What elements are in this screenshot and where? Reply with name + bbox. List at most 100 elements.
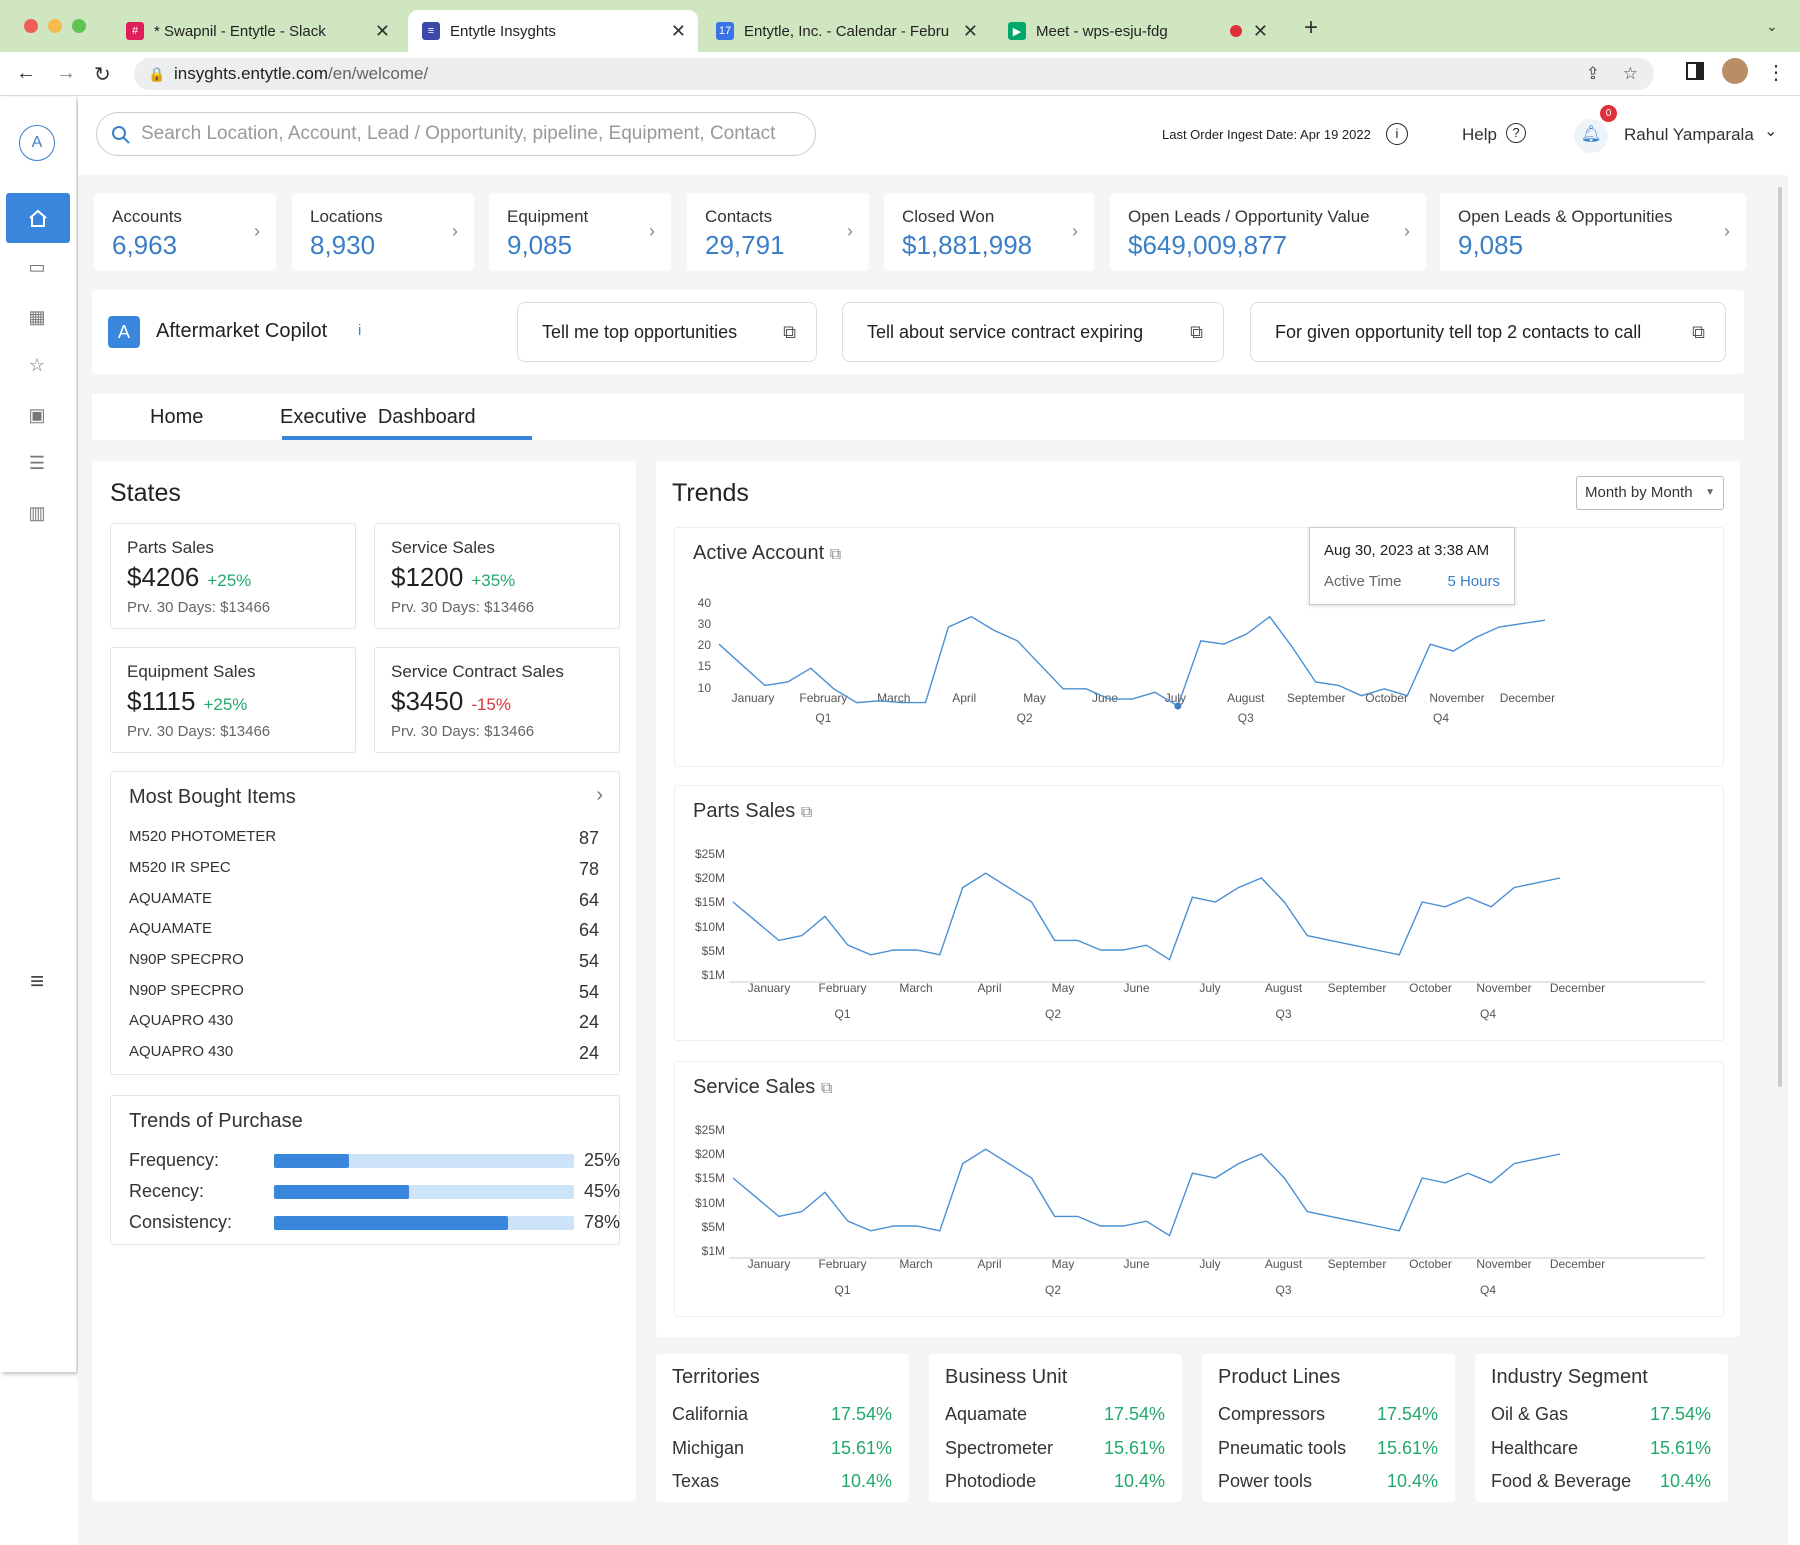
- kpi-equipment[interactable]: Equipment 9,085 ›: [489, 193, 671, 271]
- user-menu-chevron-icon[interactable]: ⌄: [1764, 121, 1777, 141]
- tab-search-chevron-icon[interactable]: ⌄: [1766, 18, 1778, 35]
- copilot-info-icon[interactable]: i: [358, 322, 361, 339]
- recording-icon: [1230, 25, 1242, 37]
- share-icon[interactable]: ⇪: [1586, 58, 1600, 90]
- contact-card-icon[interactable]: ▣: [22, 400, 52, 430]
- x-tick-label: September: [1287, 691, 1346, 705]
- user-name[interactable]: Rahul Yamparala: [1624, 125, 1754, 145]
- building-icon[interactable]: ▦: [22, 302, 52, 332]
- browser-menu-icon[interactable]: ⋮: [1766, 60, 1786, 85]
- y-tick-label: $15M: [695, 895, 725, 909]
- side-panel-icon[interactable]: [1686, 62, 1704, 80]
- list-item: N90P SPECPRO 54: [129, 982, 599, 1002]
- kpi-open-leads-value[interactable]: Open Leads / Opportunity Value $649,009,8…: [1110, 193, 1426, 271]
- x-tick-label: November: [1476, 981, 1531, 995]
- star-icon[interactable]: ☆: [22, 350, 52, 380]
- tab-executive-dashboard[interactable]: Executive Dashboard: [280, 406, 476, 429]
- help-link[interactable]: Help: [1462, 125, 1497, 145]
- frequency-progress-bar: [274, 1154, 574, 1168]
- browser-tab-insyghts[interactable]: ≡ Entytle Insyghts ✕: [408, 10, 698, 52]
- new-tab-icon[interactable]: +: [1304, 14, 1318, 42]
- equipment-sales-card[interactable]: Equipment Sales $1115 +25% Prv. 30 Days: $1…: [110, 647, 356, 753]
- x-tick-label: December: [1550, 981, 1605, 995]
- list-item: Spectrometer 15.61%: [945, 1438, 1165, 1458]
- x-tick-label: June: [1123, 1257, 1149, 1271]
- global-search-input[interactable]: Search Location, Account, Lead / Opportu…: [96, 112, 816, 156]
- prompt-top-opportunities-button[interactable]: Tell me top opportunities ⧉: [517, 302, 817, 362]
- minimize-window-button[interactable]: [48, 19, 62, 33]
- notification-bell-icon[interactable]: 🔔︎: [1574, 119, 1608, 153]
- quarter-label: Q3: [1275, 1007, 1291, 1021]
- browser-tab-calendar[interactable]: 17 Entytle, Inc. - Calendar - Febru ✕: [702, 10, 990, 52]
- app-logo[interactable]: A: [19, 125, 55, 161]
- search-icon: [112, 126, 130, 144]
- list-item: Compressors 17.54%: [1218, 1404, 1438, 1424]
- top-header: Search Location, Account, Lead / Opportu…: [78, 97, 1788, 175]
- list-item: Pneumatic tools 15.61%: [1218, 1438, 1438, 1458]
- y-tick-label: $20M: [695, 871, 725, 885]
- kpi-accounts[interactable]: Accounts 6,963 ›: [94, 193, 276, 271]
- info-icon[interactable]: i: [1386, 123, 1408, 145]
- kpi-contacts[interactable]: Contacts 29,791 ›: [687, 193, 869, 271]
- briefcase-icon[interactable]: ▭: [22, 252, 52, 282]
- service-contract-sales-card[interactable]: Service Contract Sales $3450 -15% Prv. 30 D…: [374, 647, 620, 753]
- x-tick-label: April: [977, 981, 1001, 995]
- service-sales-card[interactable]: Service Sales $1200 +35% Prv. 30 Days: $134…: [374, 523, 620, 629]
- territories-card: Territories California 17.54% Michigan 15.…: [656, 1354, 909, 1502]
- frequency-progress-fill: [274, 1154, 349, 1168]
- external-link-icon: ⧉: [783, 322, 796, 342]
- list-item: AQUAPRO 430 24: [129, 1012, 599, 1032]
- quarter-label: Q1: [834, 1007, 850, 1021]
- kpi-closed-won[interactable]: Closed Won $1,881,998 ›: [884, 193, 1094, 271]
- profile-avatar[interactable]: [1722, 58, 1748, 84]
- browser-tab-slack[interactable]: # * Swapnil - Entytle - Slack ✕: [112, 10, 402, 52]
- close-tab-icon[interactable]: ✕: [963, 21, 978, 42]
- list-item: AQUAMATE 64: [129, 890, 599, 910]
- bar-chart-icon[interactable]: ▥: [22, 498, 52, 528]
- quarter-label: Q1: [834, 1283, 850, 1297]
- chevron-right-icon[interactable]: ›: [596, 784, 603, 807]
- quarter-label: Q4: [1480, 1007, 1496, 1021]
- parts-sales-card[interactable]: Parts Sales $4206 +25% Prv. 30 Days: $13466: [110, 523, 356, 629]
- scrollbar[interactable]: [1778, 187, 1782, 1087]
- close-tab-icon[interactable]: ✕: [671, 21, 686, 42]
- period-select[interactable]: Month by Month ▼: [1576, 476, 1724, 510]
- copilot-bar: A Aftermarket Copilot i Tell me top oppo…: [92, 290, 1744, 374]
- home-icon: [29, 209, 47, 227]
- kpi-open-leads-count[interactable]: Open Leads & Opportunities 9,085 ›: [1440, 193, 1746, 271]
- series-line: [732, 1148, 1561, 1237]
- forward-icon[interactable]: →: [56, 62, 76, 85]
- sidebar-item-home[interactable]: [6, 193, 70, 243]
- prompt-top-contacts-button[interactable]: For given opportunity tell top 2 contact…: [1250, 302, 1726, 362]
- trends-of-purchase-card: Trends of Purchase Frequency: 25% Recency…: [110, 1095, 620, 1245]
- kpi-locations[interactable]: Locations 8,930 ›: [292, 193, 474, 271]
- help-icon[interactable]: ?: [1506, 123, 1526, 143]
- x-tick-label: October: [1409, 1257, 1452, 1271]
- x-tick-label: April: [952, 691, 976, 705]
- business-unit-card: Business Unit Aquamate 17.54% Spectromete…: [929, 1354, 1182, 1502]
- list-icon[interactable]: ☰: [22, 448, 52, 478]
- trends-title: Trends: [672, 479, 749, 507]
- reload-icon[interactable]: ↻: [94, 62, 111, 87]
- url-bar[interactable]: 🔒 insyghts.entytle.com/en/welcome/ ⇪ ☆: [134, 58, 1654, 90]
- close-tab-icon[interactable]: ✕: [375, 21, 390, 42]
- maximize-window-button[interactable]: [72, 19, 86, 33]
- states-panel: States Parts Sales $4206 +25% Prv. 30 Days:…: [92, 461, 636, 1501]
- x-tick-label: January: [748, 981, 791, 995]
- x-tick-label: November: [1476, 1257, 1531, 1271]
- chevron-right-icon: ›: [1072, 221, 1078, 241]
- prompt-service-contract-button[interactable]: Tell about service contract expiring ⧉: [842, 302, 1224, 362]
- x-tick-label: January: [732, 691, 775, 705]
- x-tick-label: August: [1227, 691, 1265, 705]
- browser-tab-meet[interactable]: ▶ Meet - wps-esju-fdg ✕: [994, 10, 1280, 52]
- last-ingest-date: Last Order Ingest Date: Apr 19 2022: [1162, 127, 1371, 142]
- bookmark-star-icon[interactable]: ☆: [1623, 58, 1638, 90]
- close-window-button[interactable]: [24, 19, 38, 33]
- back-icon[interactable]: ←: [16, 62, 36, 85]
- dropdown-caret-icon: ▼: [1705, 487, 1715, 498]
- close-tab-icon[interactable]: ✕: [1253, 21, 1268, 42]
- insyghts-icon: ≡: [422, 22, 440, 40]
- hamburger-menu-icon[interactable]: ≡: [22, 967, 52, 997]
- tab-home[interactable]: Home: [150, 406, 203, 429]
- service-sales-chart: Service Sales ⧉ $25M $20M $15M $10M $5M $1M Ja…: [674, 1061, 1724, 1317]
